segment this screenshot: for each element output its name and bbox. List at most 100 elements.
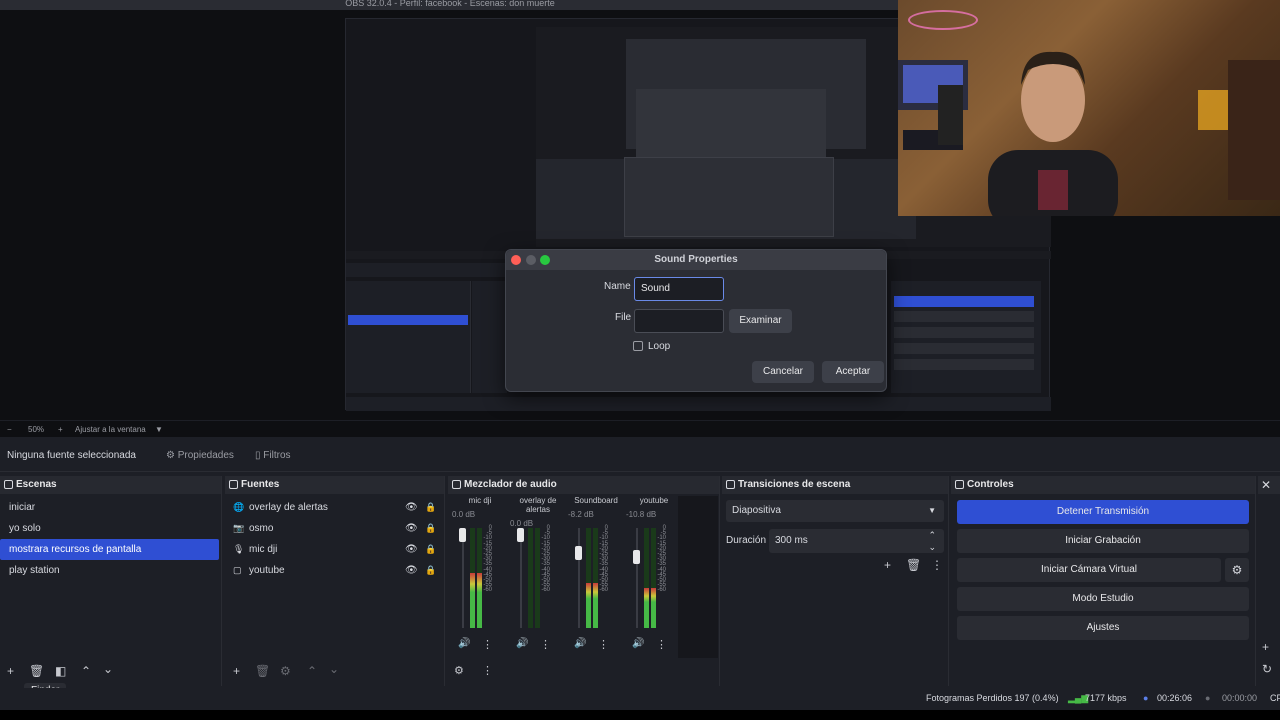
source-item[interactable]: ▢ youtube 👁 🔒	[225, 560, 444, 581]
filters-button[interactable]: ▯ Filtros	[255, 450, 291, 461]
cancel-button[interactable]: Cancelar	[752, 361, 814, 383]
lock-icon[interactable]: 🔒	[425, 539, 436, 560]
chevron-down-icon[interactable]: ▼	[155, 425, 163, 434]
gear-icon[interactable]: ⚙	[1225, 558, 1249, 582]
stop-streaming-button[interactable]: Detener Transmisión	[957, 500, 1249, 524]
scenes-dock: Escenas iniciar yo solo mostrara recursos …	[0, 476, 222, 686]
chevron-up-icon[interactable]: ⌃	[307, 664, 317, 678]
chevron-down-icon[interactable]: ⌄	[103, 662, 113, 676]
lock-icon[interactable]: 🔒	[425, 518, 436, 539]
mixer-channel: overlay de alertas 0.0 dB 0 -5 -10 -15 -20 -25-…	[510, 496, 566, 666]
mixer-settings-icon[interactable]: ⚙	[454, 664, 464, 677]
scene-item[interactable]: mostrara recursos de pantalla	[0, 539, 219, 560]
level-meter	[528, 528, 533, 628]
scene-item[interactable]: play station	[0, 560, 221, 581]
trash-icon[interactable]: 🗑	[29, 664, 44, 678]
more-options-icon[interactable]: ⋮	[482, 638, 493, 651]
level-meter	[586, 528, 591, 628]
add-icon[interactable]: +	[1262, 640, 1269, 654]
fader-knob[interactable]	[459, 528, 466, 542]
speaker-icon[interactable]: 🔊	[632, 638, 644, 649]
zoom-in-button[interactable]: +	[58, 425, 63, 434]
name-input[interactable]: Sound	[634, 277, 724, 301]
fit-window-button[interactable]: Ajustar a la ventana	[75, 425, 146, 434]
volume-fader[interactable]	[636, 528, 638, 628]
add-icon[interactable]: +	[233, 664, 240, 678]
eye-icon[interactable]: 👁	[405, 560, 418, 581]
trash-icon[interactable]: 🗑	[906, 558, 921, 572]
close-icon[interactable]: ✕	[1258, 476, 1280, 494]
zoom-out-button[interactable]: −	[7, 425, 12, 434]
file-input[interactable]	[634, 309, 724, 333]
audio-mixer-dock: Mezclador de audio mic dji 0.0 dB 0 -5 -10 -1…	[448, 476, 720, 686]
channel-name: Soundboard	[574, 496, 618, 505]
fader-knob[interactable]	[517, 528, 524, 542]
db-scale: 0 -5 -10 -15 -20 -25 -30 -35 -40 -45 -50 -55 -60	[538, 525, 550, 594]
dialog-title: Sound Properties	[654, 254, 738, 265]
speaker-icon[interactable]: 🔊	[516, 638, 528, 649]
add-icon[interactable]: +	[884, 558, 891, 572]
transition-select[interactable]: Diapositiva ▼	[726, 500, 944, 522]
more-options-icon[interactable]: ⋮	[656, 638, 667, 651]
more-options-icon[interactable]: ⋮	[540, 638, 551, 651]
camera-icon: 📷	[233, 523, 245, 533]
source-item[interactable]: 🎙 mic dji 👁 🔒	[225, 539, 444, 560]
eye-icon[interactable]: 👁	[405, 518, 418, 539]
chevron-up-icon[interactable]: ⌃	[81, 664, 91, 678]
volume-fader[interactable]	[578, 528, 580, 628]
zoom-window-icon[interactable]	[540, 255, 550, 265]
speaker-icon[interactable]: 🔊	[574, 638, 586, 649]
browse-button[interactable]: Examinar	[729, 309, 792, 333]
preview-canvas[interactable]: OBS 32.0.4 - Perfil: facebook - Escenas:…	[0, 0, 1280, 420]
scenes-title: Escenas	[0, 476, 221, 494]
close-window-icon[interactable]	[511, 255, 521, 265]
window-icon: ▢	[233, 565, 242, 575]
eye-icon[interactable]: 👁	[405, 539, 418, 560]
more-options-icon[interactable]: ⋮	[598, 638, 609, 651]
studio-mode-button[interactable]: Modo Estudio	[957, 587, 1249, 611]
gear-icon[interactable]: ⚙	[280, 664, 291, 678]
controls-title: Controles	[951, 476, 1255, 494]
mixer-channel: youtube -10.8 dB 0 -5 -10 -15 -20 -25 -30 -35 -40-…	[626, 496, 682, 666]
start-recording-button[interactable]: Iniciar Grabación	[957, 529, 1249, 553]
dropped-frames: Fotogramas Perdidos 197 (0.4%)	[926, 693, 1059, 703]
lock-icon[interactable]: 🔒	[425, 560, 436, 581]
properties-button[interactable]: ⚙ Propiedades	[166, 450, 234, 461]
transition-value: Diapositiva	[732, 505, 781, 516]
scene-list: iniciar yo solo mostrara recursos de panta…	[0, 494, 221, 581]
speaker-icon[interactable]: 🔊	[458, 638, 470, 649]
eye-icon[interactable]: 👁	[405, 497, 418, 518]
settings-button[interactable]: Ajustes	[957, 616, 1249, 640]
source-label: osmo	[249, 523, 274, 534]
add-icon[interactable]: +	[7, 664, 14, 678]
fader-knob[interactable]	[633, 550, 640, 564]
minimize-window-icon[interactable]	[526, 255, 536, 265]
source-item[interactable]: 📷 osmo 👁 🔒	[225, 518, 444, 539]
chevron-down-icon[interactable]: ⌄	[329, 662, 339, 676]
loop-checkbox[interactable]	[633, 341, 643, 351]
fader-knob[interactable]	[575, 546, 582, 560]
volume-fader[interactable]	[520, 528, 522, 628]
duration-input[interactable]: 300 ms ⌃ ⌄	[769, 529, 944, 553]
accept-button[interactable]: Aceptar	[822, 361, 884, 383]
chevron-down-icon[interactable]: ⌄	[928, 535, 936, 559]
start-virtual-camera-button[interactable]: Iniciar Cámara Virtual	[957, 558, 1221, 582]
volume-fader[interactable]	[462, 528, 464, 628]
no-source-label: Ninguna fuente seleccionada	[7, 450, 136, 461]
filter-icon[interactable]: ◧	[55, 664, 66, 678]
more-options-icon[interactable]: ⋮	[931, 558, 943, 572]
scene-item[interactable]: iniciar	[0, 497, 221, 518]
lock-icon[interactable]: 🔒	[425, 497, 436, 518]
trash-icon[interactable]: 🗑	[255, 664, 270, 678]
refresh-icon[interactable]: ↻	[1262, 662, 1272, 676]
more-options-icon[interactable]: ⋮	[482, 664, 493, 677]
channel-name: overlay de alertas	[519, 496, 557, 514]
source-item[interactable]: 🌐 overlay de alertas 👁 🔒	[225, 497, 444, 518]
scene-item[interactable]: yo solo	[0, 518, 221, 539]
level-meter-fill	[644, 588, 649, 628]
controls-title-text: Controles	[967, 479, 1014, 490]
db-scale: 0 -5 -10 -15 -20 -25 -30 -35 -40 -45 -50 -55 -60	[654, 525, 666, 594]
db-scale-tick: -60	[541, 587, 550, 594]
channel-db: -10.8 dB	[626, 510, 657, 519]
status-bar: Fotogramas Perdidos 197 (0.4%) ▂▄▆ 7177 …	[0, 688, 1280, 710]
